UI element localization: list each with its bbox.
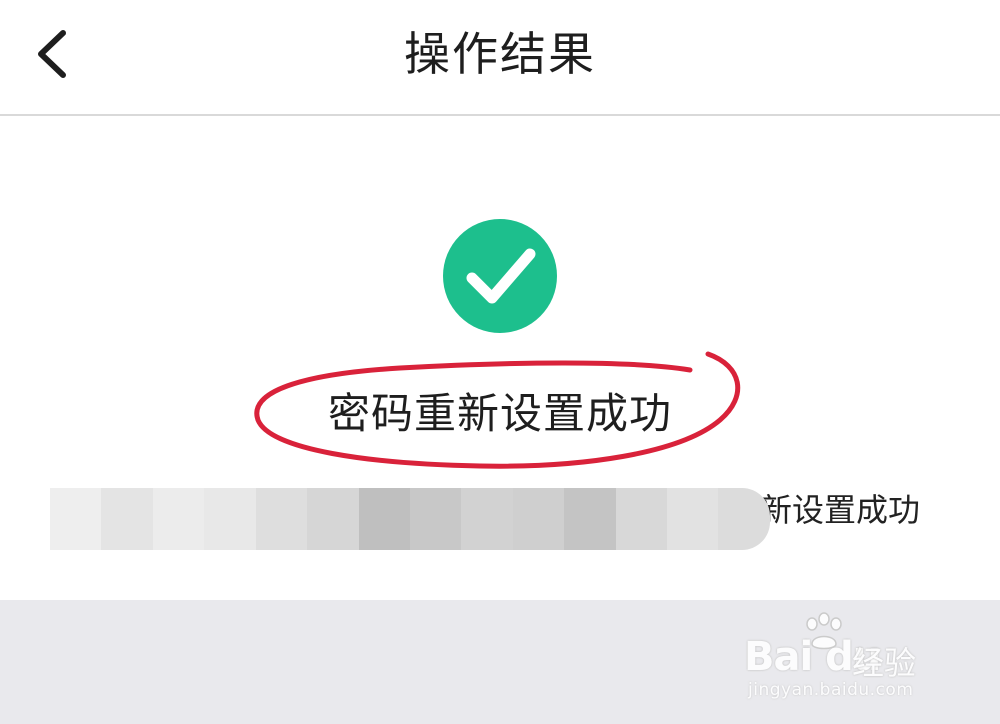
result-page: 操作结果 密码重新设置成功 新设置成功 Bai du 经验 jingyan.ba… (0, 0, 1000, 724)
watermark-url: jingyan.baidu.com (748, 680, 914, 700)
navigation-bar: 操作结果 (0, 0, 1000, 116)
page-title: 操作结果 (404, 27, 596, 81)
watermark-product: 经验 (852, 644, 917, 682)
result-title: 密码重新设置成功 (327, 389, 672, 438)
check-circle-icon (443, 219, 557, 333)
privacy-blur (50, 488, 770, 550)
baidu-jingyan-watermark: Bai du 经验 jingyan.baidu.com (744, 612, 944, 712)
